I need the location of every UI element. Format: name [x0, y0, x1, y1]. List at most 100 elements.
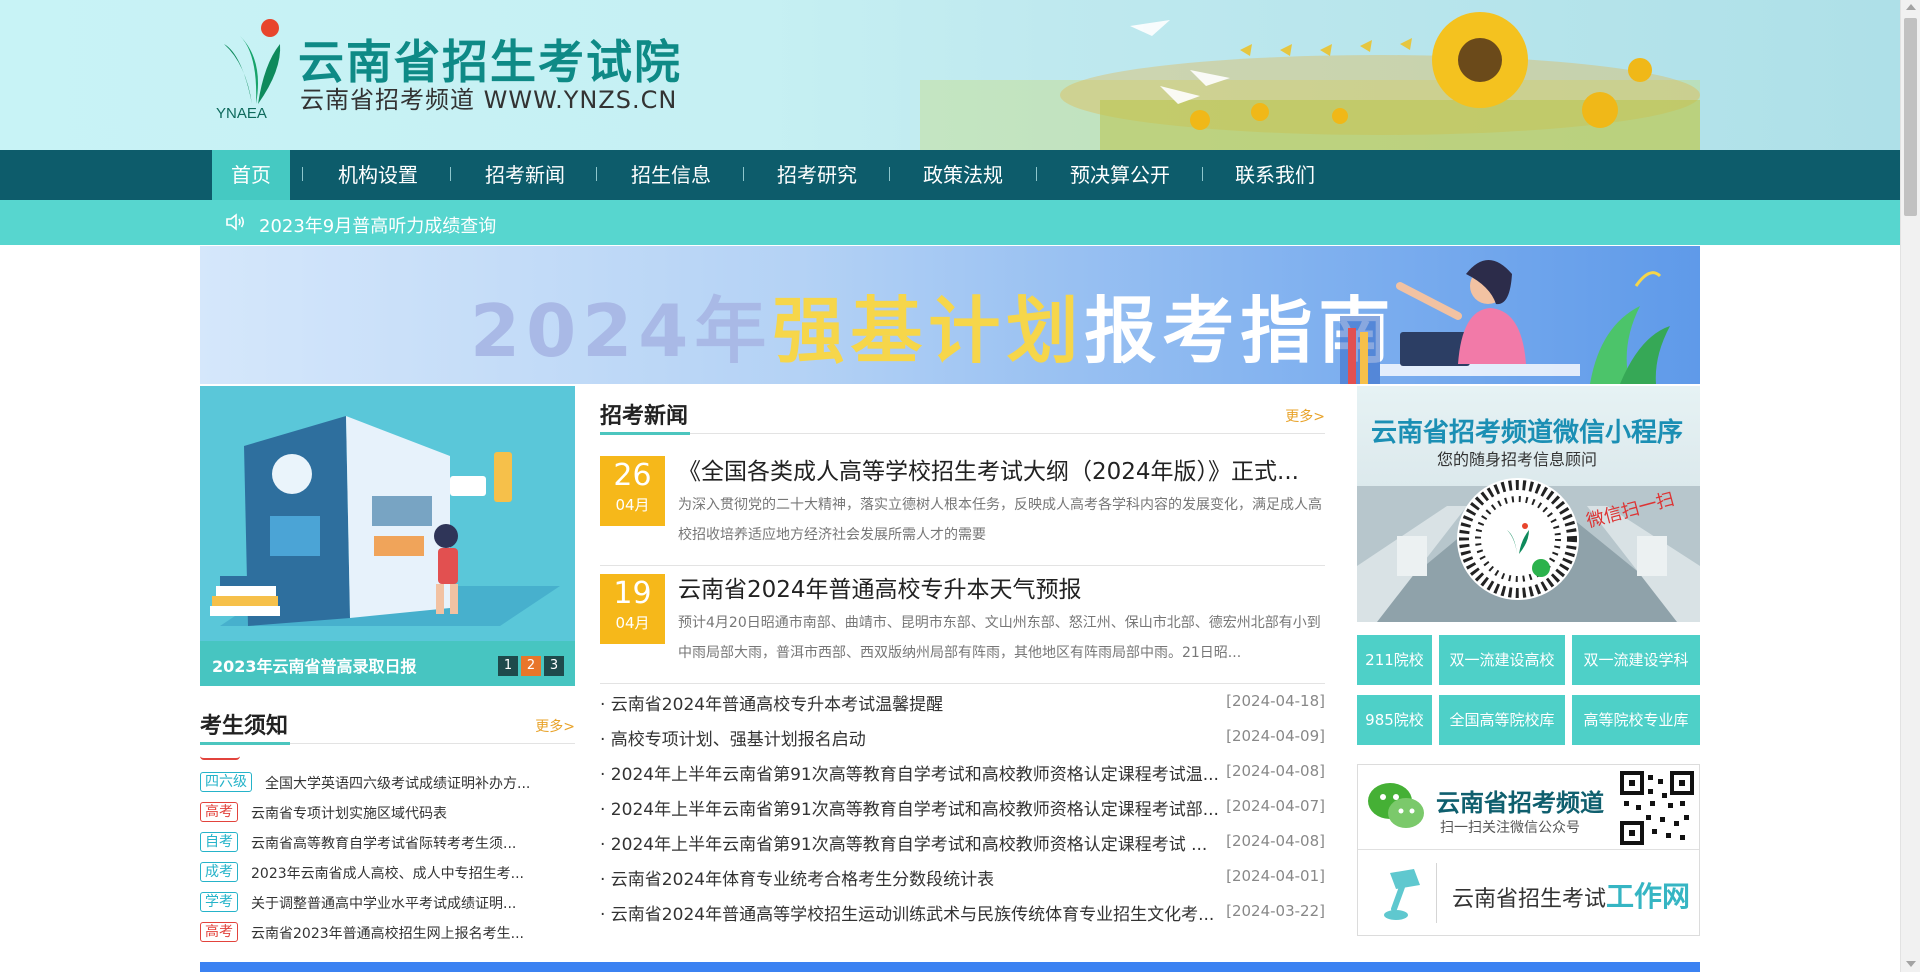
wechat-official-account[interactable]: 云南省招考频道 扫一扫关注微信公众号 [1358, 765, 1699, 850]
slider-caption-text[interactable]: 2023年云南省普高录取日报 [212, 653, 417, 677]
tip-tag: 高考 [200, 802, 238, 822]
wechat-account-name: 云南省招考频道 [1436, 789, 1604, 817]
list-item[interactable]: 四六级 全国大学英语四六级考试成绩证明补办方... [200, 770, 575, 794]
slider-dot-3[interactable]: 3 [544, 656, 564, 676]
featured-news-title[interactable]: 《全国各类成人高等学校招生考试大纲（2024年版）》正式... [678, 452, 1299, 486]
nav-item-home[interactable]: 首页 [212, 150, 290, 200]
featured-news-item[interactable]: 26 04月 《全国各类成人高等学校招生考试大纲（2024年版）》正式... 为… [600, 456, 1325, 566]
list-item[interactable]: 成考 2023年云南省成人高校、成人中专招生考... [200, 860, 575, 884]
date-month: 04月 [615, 614, 650, 632]
tip-tag: 学考 [200, 892, 238, 912]
list-item[interactable]: 学考 关于调整普通高中学业水平考试成绩证明... [200, 890, 575, 914]
list-item[interactable]: 高考 云南省2023年普通高校招生网上报名考生... [200, 920, 575, 944]
scroll-down-arrow-icon[interactable] [1906, 961, 1916, 967]
nav-item-budget[interactable]: 预决算公开 [1050, 150, 1190, 200]
featured-news-item[interactable]: 19 04月 云南省2024年普通高校专升本天气预报 预计4月20日昭通市南部、… [600, 574, 1325, 684]
news-list-title[interactable]: · 2024年上半年云南省第91次高等教育自学考试和高校教师资格认定课程考试 .… [600, 830, 1207, 855]
mini-program-promo[interactable]: 云南省招考频道微信小程序 您的随身招考信息顾问 微信扫一扫 [1357, 386, 1700, 622]
nav-item-research[interactable]: 招考研究 [757, 150, 877, 200]
education-book-illustration [200, 386, 575, 641]
news-list-item[interactable]: · 云南省2024年普通高等学校招生运动训练武术与民族传统体育专业招生文化考..… [600, 896, 1325, 926]
news-list-item[interactable]: · 2024年上半年云南省第91次高等教育自学考试和高校教师资格认定课程考试 .… [600, 826, 1325, 856]
wechat-promo-box: 云南省招考频道 扫一扫关注微信公众号 云南省招生考试工作网 [1357, 764, 1700, 936]
news-list-item[interactable]: · 云南省2024年普通高校专升本考试温馨提醒 [2024-04-18] [600, 686, 1325, 716]
tip-tag: 自考 [200, 832, 238, 852]
nav-item-policy[interactable]: 政策法规 [903, 150, 1023, 200]
work-network-highlight: 工作网 [1606, 880, 1691, 913]
news-more-link[interactable]: 更多> [1285, 406, 1325, 426]
news-list-title[interactable]: · 高校专项计划、强基计划报名启动 [600, 725, 866, 750]
tips-more-link[interactable]: 更多> [535, 716, 575, 736]
work-network-link[interactable]: 云南省招生考试工作网 [1452, 875, 1690, 915]
nav-item-organization[interactable]: 机构设置 [318, 150, 438, 200]
news-list-date: [2024-04-01] [1226, 867, 1325, 885]
news-list-item[interactable]: · 2024年上半年云南省第91次高等教育自学考试和高校教师资格认定课程考试部.… [600, 791, 1325, 821]
news-list-item[interactable]: · 2024年上半年云南省第91次高等教育自学考试和高校教师资格认定课程考试温.… [600, 756, 1325, 786]
mini-program-qr-code[interactable] [1457, 478, 1579, 600]
news-list-item[interactable]: · 高校专项计划、强基计划报名启动 [2024-04-09] [600, 721, 1325, 751]
wechat-divider [1436, 863, 1437, 923]
tip-tag: 高考 [200, 922, 238, 942]
tip-text[interactable]: 全国大学英语四六级考试成绩证明补办方... [265, 773, 530, 793]
news-list-date: [2024-04-08] [1226, 832, 1325, 850]
tip-tag: 成考 [200, 862, 238, 882]
quick-link-university-database[interactable]: 全国高等院校库 [1439, 695, 1565, 745]
nav-item-contact[interactable]: 联系我们 [1215, 150, 1335, 200]
tip-text[interactable]: 云南省2023年普通高校招生网上报名考生... [251, 923, 524, 943]
ynaea-logo[interactable]: YNAEA [212, 14, 292, 122]
news-list-title[interactable]: · 云南省2024年普通高校专升本考试温馨提醒 [600, 690, 943, 715]
quick-link-985[interactable]: 985院校 [1357, 695, 1432, 745]
main-nav: 首页 机构设置 招考新闻 招生信息 招考研究 政策法规 预决算公开 联系我们 [0, 150, 1900, 200]
quick-link-211[interactable]: 211院校 [1357, 635, 1432, 685]
tip-text[interactable]: 云南省高等教育自学考试省际转考考生须... [251, 833, 516, 853]
list-item[interactable]: 自考 云南省高等教育自学考试省际转考考生须... [200, 830, 575, 854]
promo-banner[interactable]: 2024年强基计划报考指南 [200, 246, 1700, 384]
svg-text:YNAEA: YNAEA [216, 105, 267, 122]
nav-separator [1036, 167, 1037, 181]
image-slider[interactable]: 2023年云南省普高录取日报 1 2 3 [200, 386, 575, 686]
mini-program-subtitle: 您的随身招考信息顾问 [1437, 450, 1598, 469]
date-badge: 19 04月 [600, 574, 665, 644]
tip-text[interactable]: 关于调整普通高中学业水平考试成绩证明... [251, 893, 516, 913]
work-network-prefix: 云南省招生考试 [1452, 887, 1607, 912]
nav-separator [889, 167, 890, 181]
banner-plan: 强基计划 [772, 289, 1085, 373]
nav-separator [596, 167, 597, 181]
slider-dot-2[interactable]: 2 [521, 656, 541, 676]
date-day: 19 [613, 576, 652, 611]
news-list-title[interactable]: · 云南省2024年普通高等学校招生运动训练武术与民族传统体育专业招生文化考..… [600, 900, 1214, 925]
featured-news-desc: 预计4月20日昭通市南部、曲靖市、昆明市东部、文山州东部、怒江州、保山市北部、德… [678, 615, 1321, 661]
nav-item-admissions[interactable]: 招生信息 [611, 150, 731, 200]
quick-link-major-database[interactable]: 高等院校专业库 [1572, 695, 1700, 745]
list-item[interactable]: 高考 云南省专项计划实施区域代码表 [200, 800, 575, 824]
nav-item-news[interactable]: 招考新闻 [465, 150, 585, 200]
news-list-title[interactable]: · 云南省2024年体育专业统考合格考生分数段统计表 [600, 865, 994, 890]
news-list-title[interactable]: · 2024年上半年云南省第91次高等教育自学考试和高校教师资格认定课程考试温.… [600, 760, 1219, 785]
featured-news-desc: 为深入贯彻党的二十大精神，落实立德树人根本任务，反映成人高考各学科内容的发展变化… [678, 497, 1322, 543]
tip-text[interactable]: 2023年云南省成人高校、成人中专招生考... [251, 863, 524, 883]
banner-person-laptop-illustration [1340, 260, 1670, 384]
header-sunflower-illustration [920, 12, 1700, 150]
notice-link[interactable]: 2023年9月普高听力成绩查询 [259, 212, 496, 238]
scroll-thumb[interactable] [1904, 18, 1917, 216]
nav-separator [743, 167, 744, 181]
wechat-scan-hint: 扫一扫关注微信公众号 [1440, 820, 1580, 836]
news-list-date: [2024-04-18] [1226, 692, 1325, 710]
date-badge: 26 04月 [600, 456, 665, 526]
featured-news-title[interactable]: 云南省2024年普通高校专升本天气预报 [678, 570, 1082, 604]
quick-link-double-first-class-universities[interactable]: 双一流建设高校 [1439, 635, 1565, 685]
speaker-icon [226, 213, 245, 231]
news-list-item[interactable]: · 云南省2024年体育专业统考合格考生分数段统计表 [2024-04-01] [600, 861, 1325, 891]
page-scrollbar[interactable] [1900, 0, 1920, 972]
news-list-title[interactable]: · 2024年上半年云南省第91次高等教育自学考试和高校教师资格认定课程考试部.… [600, 795, 1219, 820]
news-list-date: [2024-03-22] [1226, 902, 1325, 920]
nav-separator [302, 167, 303, 181]
wechat-qr-code-icon[interactable] [1620, 771, 1694, 845]
wechat-icon [1368, 783, 1424, 828]
quick-link-double-first-class-disciplines[interactable]: 双一流建设学科 [1572, 635, 1700, 685]
slider-dot-1[interactable]: 1 [498, 656, 518, 676]
notice-bar: 2023年9月普高听力成绩查询 [0, 200, 1900, 245]
scroll-up-arrow-icon[interactable] [1906, 4, 1916, 10]
tip-text[interactable]: 云南省专项计划实施区域代码表 [251, 803, 447, 823]
site-subtitle: 云南省招考频道 WWW.YNZS.CN [300, 86, 678, 114]
